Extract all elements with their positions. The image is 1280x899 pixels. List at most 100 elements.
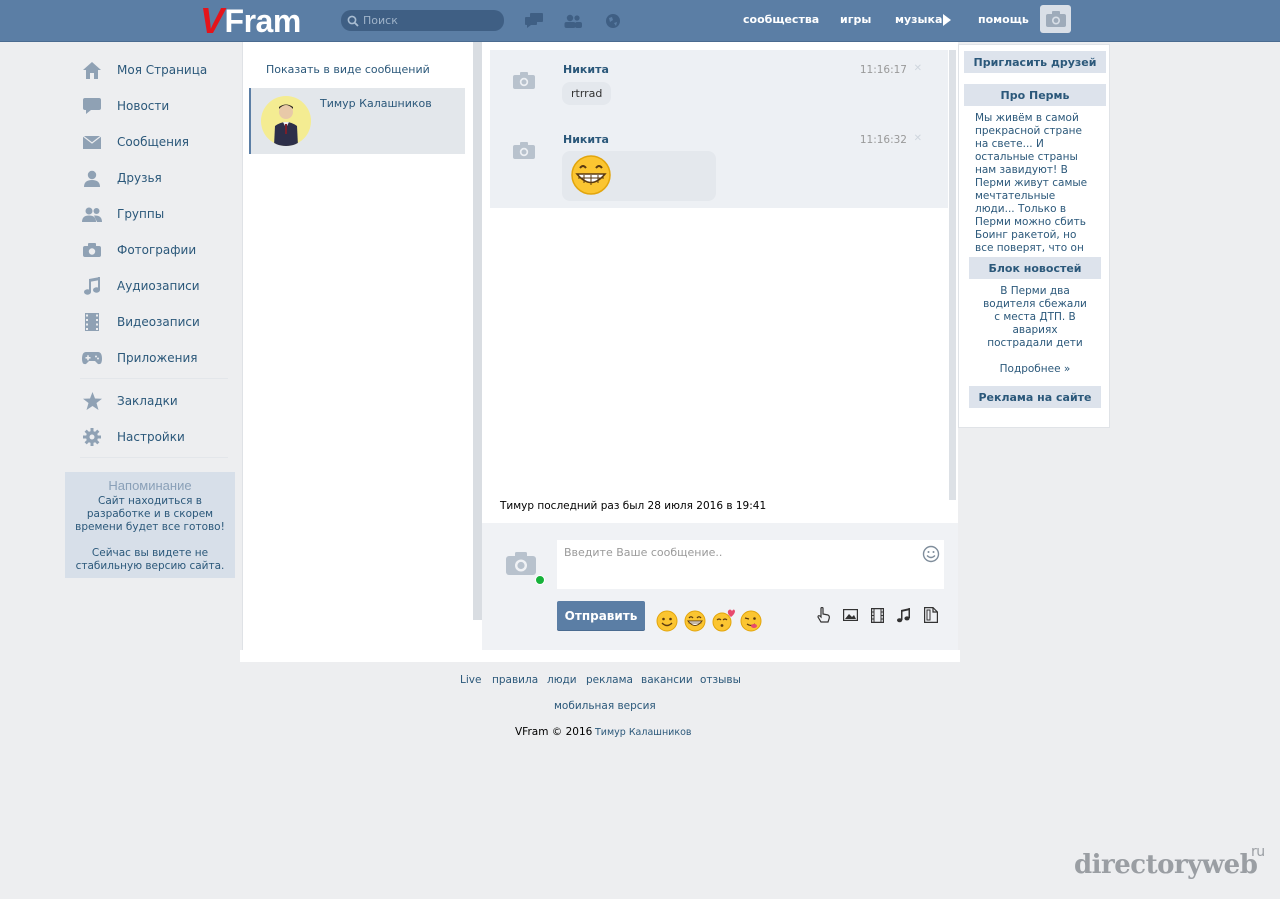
invite-friends-button[interactable]: Пригласить друзей (964, 51, 1106, 73)
sidebar-item-label: Приложения (117, 351, 198, 365)
sidebar-item-label: Новости (117, 99, 170, 113)
gear-icon (82, 427, 102, 447)
sidebar-divider (80, 457, 228, 458)
show-as-messages-link[interactable]: Показать в виде сообщений (266, 63, 430, 76)
dialogs-scrollbar[interactable] (473, 42, 482, 620)
reminder-box: Напоминание Сайт находиться в разработке… (65, 472, 235, 578)
avatar (261, 96, 311, 146)
sidebar-item-photos[interactable]: Фотографии (70, 238, 230, 262)
envelope-icon (82, 132, 102, 152)
dialog-name: Тимур Калашников (320, 97, 432, 110)
delete-icon[interactable]: ✕ (914, 133, 922, 144)
footer-link-ads[interactable]: реклама (586, 674, 633, 686)
nav-games[interactable]: игры (840, 13, 871, 26)
sidebar-item-my-page[interactable]: Моя Страница (70, 58, 230, 82)
nav-help[interactable]: помощь (978, 13, 1029, 26)
music-note-icon (82, 276, 102, 296)
sidebar-item-label: Видеозаписи (117, 315, 200, 329)
home-icon (82, 60, 102, 80)
about-perm-title: Про Пермь (964, 84, 1106, 106)
dialog-item[interactable]: Тимур Калашников (249, 88, 465, 154)
footer-link-live[interactable]: Live (460, 674, 481, 686)
play-icon[interactable] (943, 14, 951, 29)
right-sidebar: Пригласить друзей Про Пермь Мы живём в с… (958, 44, 1110, 428)
camera-icon (504, 548, 538, 578)
sidebar-item-audio[interactable]: Аудиозаписи (70, 274, 230, 298)
sidebar-item-bookmarks[interactable]: Закладки (70, 389, 230, 413)
delete-icon[interactable]: ✕ (914, 63, 922, 74)
group-icon (82, 204, 102, 224)
message-bubble: rtrrad (562, 82, 612, 105)
footer-link-people[interactable]: люди (547, 674, 577, 686)
reminder-text: Сайт находиться в разработке и в скорем … (75, 495, 225, 533)
top-header: VFram сообщества игры музыка помощь (0, 0, 1280, 42)
footer-link-jobs[interactable]: вакансии (641, 674, 693, 686)
grin-emoji (571, 155, 611, 195)
sidebar-item-label: Друзья (117, 171, 162, 185)
wink-emoji[interactable] (739, 608, 763, 632)
footer-link-reviews[interactable]: отзывы (700, 674, 741, 686)
sidebar-item-label: Фотографии (117, 243, 197, 257)
news-icon (82, 96, 102, 116)
sidebar-item-label: Группы (117, 207, 165, 221)
music-note-icon[interactable] (895, 607, 911, 623)
news-block-text: В Перми два водителя сбежали с места ДТП… (983, 285, 1087, 349)
sidebar-item-label: Настройки (117, 430, 185, 444)
sidebar-item-groups[interactable]: Группы (70, 202, 230, 226)
camera-icon (512, 70, 536, 90)
camera-icon (1045, 11, 1066, 27)
sidebar-item-label: Сообщения (117, 135, 190, 149)
advertising-button[interactable]: Реклама на сайте (969, 386, 1101, 408)
hand-pointer-icon[interactable] (815, 607, 831, 623)
image-icon[interactable] (842, 607, 858, 623)
chat-scrollbar[interactable] (949, 50, 956, 500)
sidebar-item-friends[interactable]: Друзья (70, 166, 230, 190)
smile-emoji[interactable] (655, 608, 679, 632)
message-author[interactable]: Никита (563, 63, 609, 76)
reminder-title: Напоминание (108, 478, 192, 493)
chat-history: Никита 11:16:17 ✕ rtrrad Никита 11:16:32… (482, 42, 958, 523)
read-more-link[interactable]: Подробнее » (979, 363, 1091, 376)
last-seen-status: Тимур последний раз был 28 июля 2016 в 1… (500, 500, 767, 512)
reminder-text-2: Сейчас вы видете не стабильную версию са… (75, 547, 225, 572)
camera-icon (82, 240, 102, 260)
footer-link-rules[interactable]: правила (492, 674, 538, 686)
message-time: 11:16:17 (859, 64, 907, 76)
grin-emoji[interactable] (683, 608, 707, 632)
message-input[interactable] (557, 540, 944, 589)
sidebar-item-label: Закладки (117, 394, 178, 408)
send-button[interactable]: Отправить (557, 601, 645, 630)
sidebar-item-video[interactable]: Видеозаписи (70, 310, 230, 334)
footer-link-mobile[interactable]: мобильная версия (554, 700, 656, 712)
film-icon[interactable] (869, 607, 885, 623)
about-perm-text: Мы живём в самой прекрасной стране на св… (975, 112, 1088, 267)
camera-icon (512, 140, 536, 160)
sidebar-item-settings[interactable]: Настройки (70, 425, 230, 449)
nav-communities[interactable]: сообщества (743, 13, 819, 26)
gamepad-icon (82, 348, 102, 368)
emoji-picker-icon[interactable] (922, 545, 940, 563)
message-bubble (562, 151, 716, 201)
news-block-title: Блок новостей (969, 257, 1101, 279)
profile-photo-button[interactable] (1040, 5, 1071, 33)
online-indicator (535, 575, 545, 585)
user-icon (82, 168, 102, 188)
star-icon (82, 391, 102, 411)
kiss-emoji[interactable] (711, 608, 735, 632)
film-icon (82, 312, 102, 332)
sidebar-item-messages[interactable]: Сообщения (70, 130, 230, 154)
sidebar-item-label: Аудиозаписи (117, 279, 200, 293)
copyright-text: VFram © 2016 (515, 726, 593, 738)
message-composer: Отправить (482, 523, 958, 650)
nav-music[interactable]: музыка (895, 13, 942, 26)
sidebar-item-label: Моя Страница (117, 63, 208, 77)
message-time: 11:16:32 (859, 134, 907, 146)
sidebar-item-news[interactable]: Новости (70, 94, 230, 118)
footer-author-link[interactable]: Тимур Калашников (595, 727, 692, 738)
sidebar-item-apps[interactable]: Приложения (70, 346, 230, 370)
content-bottom-bar (240, 650, 960, 662)
message-author[interactable]: Никита (563, 133, 609, 146)
watermark-text: directoryweb (1074, 850, 1258, 880)
document-icon[interactable] (923, 607, 939, 623)
dialogs-panel: Показать в виде сообщений Тимур Калашник… (242, 42, 482, 650)
